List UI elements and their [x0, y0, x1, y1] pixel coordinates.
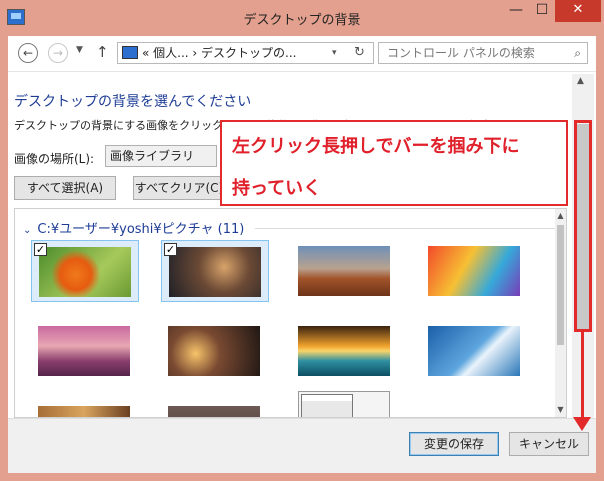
annotation-arrow-head [573, 417, 591, 431]
control-panel-icon [122, 46, 138, 59]
annotation-arrow-line [581, 332, 584, 420]
maximize-button[interactable]: ☐ [529, 0, 555, 22]
surfer-image [428, 326, 520, 376]
cancel-button[interactable]: キャンセル [509, 432, 589, 456]
picture-thumbnail[interactable] [161, 320, 269, 382]
annotation-text-line2: 持っていく [232, 178, 322, 199]
dialog-footer [8, 418, 596, 473]
sunset-sea-image [298, 326, 390, 376]
picture-thumbnail[interactable] [31, 400, 139, 417]
city-aerial-image [169, 247, 261, 297]
picture-thumbnail[interactable] [291, 240, 399, 302]
annotation-highlight-rect [574, 120, 592, 332]
desert-image [298, 246, 390, 296]
checkbox-checked[interactable]: ✓ [34, 243, 47, 256]
annotation-text-line1: 左クリック長押しでバーを掴み下に [232, 136, 520, 157]
chevron-down-icon[interactable]: ▾ [332, 43, 337, 63]
address-bar[interactable]: « 個人... › デスクトップの... ▾ ↻ [117, 42, 374, 64]
chevron-down-icon: ⌄ [23, 225, 32, 236]
back-button[interactable]: ← [18, 43, 38, 63]
picture-gallery: ⌄ C:¥ユーザー¥yoshi¥ピクチャ (11) ✓ ✓ [14, 208, 567, 418]
address-path[interactable]: « 個人... › デスクトップの... [142, 43, 296, 63]
navigation-bar: ← → ▼ ↑ « 個人... › デスクトップの... ▾ ↻ コントロール … [8, 36, 596, 72]
group-divider [255, 228, 555, 229]
bokeh-lights-image [168, 326, 260, 376]
desktop-background-window: デスクトップの背景 — ☐ ✕ ← → ▼ ↑ « 個人... › デスクトップ… [0, 0, 604, 481]
annotation-callout: 左クリック長押しでバーを掴み下に 持っていく [220, 120, 568, 206]
close-button[interactable]: ✕ [555, 0, 601, 22]
abstract-color-image [428, 246, 520, 296]
up-arrow-icon[interactable]: ↑ [96, 43, 109, 61]
picture-thumbnail[interactable] [421, 240, 529, 302]
minimize-button[interactable]: — [503, 0, 529, 22]
picture-thumbnail[interactable] [421, 320, 529, 382]
picture-location-label: 画像の場所(L): [14, 152, 95, 166]
cheetah-image [38, 406, 130, 417]
tulip-field-image [38, 326, 130, 376]
scroll-down-icon[interactable]: ▼ [555, 403, 566, 417]
search-input[interactable]: コントロール パネルの検索 ⌕ [378, 42, 588, 64]
scroll-up-icon[interactable]: ▲ [555, 209, 566, 223]
save-changes-button[interactable]: 変更の保存 [409, 432, 499, 456]
gallery-scrollbar[interactable]: ▲ ▼ [555, 209, 566, 417]
search-placeholder: コントロール パネルの検索 [387, 46, 535, 60]
select-all-button[interactable]: すべて選択(A) [14, 176, 116, 200]
forward-button[interactable]: → [48, 43, 68, 63]
recent-locations-icon[interactable]: ▼ [76, 45, 83, 55]
screenshot-image [298, 391, 390, 417]
picture-thumbnail[interactable]: ✓ [31, 240, 139, 302]
search-icon[interactable]: ⌕ [574, 43, 581, 63]
checkbox-checked[interactable]: ✓ [164, 243, 177, 256]
picture-thumbnail[interactable]: ✓ [161, 240, 269, 302]
client-area: ← → ▼ ↑ « 個人... › デスクトップの... ▾ ↻ コントロール … [8, 36, 596, 473]
dark-image [168, 406, 260, 417]
picture-thumbnail[interactable] [161, 400, 269, 417]
group-title: C:¥ユーザー¥yoshi¥ピクチャ (11) [37, 222, 245, 237]
scroll-up-icon[interactable]: ▲ [577, 76, 584, 86]
picture-thumbnail[interactable] [291, 320, 399, 382]
picture-thumbnail[interactable] [291, 385, 399, 417]
group-header[interactable]: ⌄ C:¥ユーザー¥yoshi¥ピクチャ (11) [23, 218, 244, 237]
refresh-icon[interactable]: ↻ [354, 43, 365, 63]
page-title: デスクトップの背景を選んでください [14, 94, 252, 110]
titlebar: デスクトップの背景 — ☐ ✕ [0, 0, 604, 36]
gallery-scrollbar-thumb[interactable] [557, 225, 564, 345]
clear-all-button[interactable]: すべてクリア(C) [133, 176, 225, 200]
picture-location-select[interactable]: 画像ライブラリ [105, 145, 217, 167]
butterfly-image [39, 247, 131, 297]
picture-thumbnail[interactable] [31, 320, 139, 382]
